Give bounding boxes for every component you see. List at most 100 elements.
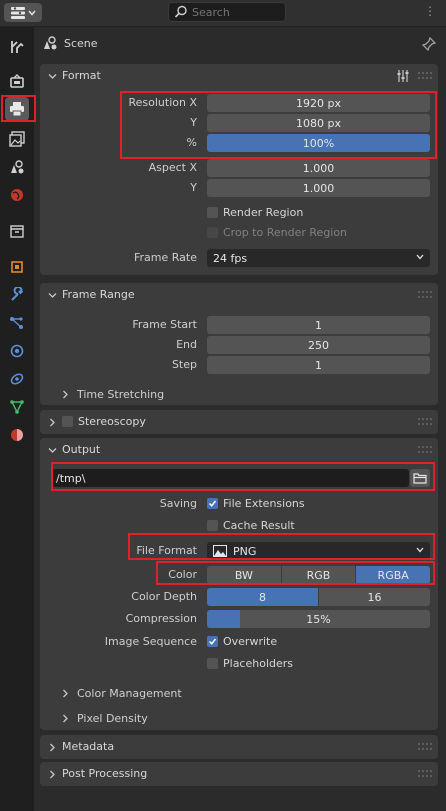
- search-input[interactable]: [188, 5, 282, 19]
- tab-material[interactable]: [5, 423, 29, 447]
- tab-render[interactable]: [5, 69, 29, 93]
- overwrite-label: Overwrite: [223, 635, 278, 648]
- metadata-panel: Metadata: [40, 735, 438, 759]
- chevron-down-icon: [48, 448, 57, 453]
- browse-folder-button[interactable]: [410, 469, 430, 487]
- tab-tool[interactable]: [5, 35, 29, 59]
- material-icon: [11, 429, 23, 441]
- frame-step-field[interactable]: 1: [207, 356, 430, 374]
- drag-handle[interactable]: [418, 72, 432, 81]
- file-format-label: File Format: [136, 544, 197, 557]
- tab-particles[interactable]: [5, 311, 29, 335]
- resolution-x-label: Resolution X: [128, 96, 197, 109]
- aspect-x-field[interactable]: 1.000: [207, 159, 430, 177]
- checkbox-box: [207, 636, 218, 647]
- chevron-right-icon: [63, 714, 68, 723]
- render-region-label: Render Region: [223, 206, 304, 219]
- output-path-field[interactable]: /tmp\: [52, 469, 409, 487]
- chevron-down-icon: [416, 254, 424, 260]
- search-field[interactable]: [168, 2, 286, 22]
- resolution-percent-slider[interactable]: 100%: [207, 134, 430, 152]
- frame-rate-dropdown[interactable]: 24 fps: [207, 249, 430, 267]
- chevron-down-icon: [48, 74, 57, 79]
- drag-handle[interactable]: [418, 743, 432, 752]
- frame-rate-label: Frame Rate: [134, 251, 197, 264]
- stereoscopy-panel-header[interactable]: Stereoscopy: [40, 410, 438, 434]
- tab-object[interactable]: [5, 255, 29, 279]
- time-stretching-subpanel[interactable]: Time Stretching: [62, 388, 164, 401]
- color-mode-rgba[interactable]: RGBA: [356, 566, 431, 584]
- render-region-checkbox[interactable]: Render Region: [207, 206, 303, 219]
- frame-range-panel-header[interactable]: Frame Range: [40, 283, 438, 307]
- file-extensions-label: File Extensions: [223, 497, 305, 510]
- color-mode-rgb[interactable]: RGB: [281, 566, 357, 584]
- top-bar: ⋮: [0, 0, 446, 27]
- chevron-down-icon: [27, 10, 36, 16]
- placeholders-checkbox[interactable]: Placeholders: [207, 657, 293, 670]
- cache-result-label: Cache Result: [223, 519, 295, 532]
- crop-region-checkbox[interactable]: Crop to Render Region: [207, 226, 347, 239]
- properties-tabs: [0, 27, 34, 811]
- drag-handle[interactable]: [418, 418, 432, 427]
- image-icon: [213, 545, 227, 557]
- drag-handle[interactable]: [418, 291, 432, 300]
- particles-icon: [10, 317, 23, 329]
- color-depth-8[interactable]: 8: [207, 588, 319, 606]
- pixel-density-subpanel[interactable]: Pixel Density: [62, 712, 148, 725]
- post-processing-panel-header[interactable]: Post Processing: [40, 762, 438, 786]
- aspect-y-field[interactable]: 1.000: [207, 179, 430, 197]
- aspect-y-label: Y: [190, 181, 197, 194]
- color-management-subpanel[interactable]: Color Management: [62, 687, 182, 700]
- tab-modifiers[interactable]: [5, 283, 29, 307]
- checkbox-box: [207, 520, 218, 531]
- resolution-x-field[interactable]: 1920 px: [207, 94, 430, 112]
- chevron-right-icon: [50, 743, 55, 752]
- pin-icon[interactable]: [422, 37, 436, 51]
- compression-slider[interactable]: 15%: [207, 610, 430, 628]
- presets-icon[interactable]: [396, 69, 410, 83]
- drag-handle[interactable]: [418, 446, 432, 455]
- drag-handle[interactable]: [418, 770, 432, 779]
- more-options-icon[interactable]: ⋮: [424, 4, 436, 18]
- chevron-right-icon: [63, 390, 68, 399]
- tab-collection[interactable]: [5, 219, 29, 243]
- constraint-icon: [10, 373, 24, 385]
- cache-result-checkbox[interactable]: Cache Result: [207, 519, 295, 532]
- context-breadcrumb: Scene: [42, 33, 98, 53]
- object-icon: [11, 261, 23, 273]
- checkmark-icon: [208, 500, 217, 507]
- format-title: Format: [62, 69, 101, 82]
- frame-step-label: Step: [171, 358, 197, 371]
- tab-physics[interactable]: [5, 339, 29, 363]
- chevron-right-icon: [50, 770, 55, 779]
- tab-constraints[interactable]: [5, 367, 29, 391]
- tab-data[interactable]: [5, 395, 29, 419]
- image-stack-icon: [9, 131, 25, 147]
- checkbox-box: [207, 658, 218, 669]
- tab-view-layer[interactable]: [5, 127, 29, 151]
- frame-end-label: End: [176, 338, 197, 351]
- frame-end-field[interactable]: 250: [207, 336, 430, 354]
- output-panel: Output /tmp\ Saving File Extensions Cach…: [40, 438, 438, 730]
- format-panel-header[interactable]: Format: [40, 64, 438, 88]
- output-panel-header[interactable]: Output: [40, 438, 438, 462]
- format-panel: Format Resolution X 1920 px Y 1080 px % …: [40, 64, 438, 275]
- world-icon: [11, 189, 23, 201]
- chevron-right-icon: [63, 689, 68, 698]
- overwrite-checkbox[interactable]: Overwrite: [207, 635, 277, 648]
- color-mode-bw[interactable]: BW: [207, 566, 282, 584]
- resolution-y-field[interactable]: 1080 px: [207, 114, 430, 132]
- metadata-panel-header[interactable]: Metadata: [40, 735, 438, 759]
- stereoscopy-checkbox[interactable]: [62, 416, 73, 427]
- metadata-title: Metadata: [62, 740, 115, 753]
- editor-type-button[interactable]: [4, 3, 42, 22]
- frame-start-field[interactable]: 1: [207, 316, 430, 334]
- tab-output[interactable]: [5, 97, 29, 121]
- file-format-dropdown[interactable]: PNG: [207, 542, 430, 560]
- pixel-density-label: Pixel Density: [77, 712, 148, 725]
- tab-world[interactable]: [5, 183, 29, 207]
- file-extensions-checkbox[interactable]: File Extensions: [207, 497, 305, 510]
- tab-scene[interactable]: [5, 155, 29, 179]
- color-depth-16[interactable]: 16: [319, 588, 430, 606]
- frame-rate-value: 24 fps: [213, 251, 248, 265]
